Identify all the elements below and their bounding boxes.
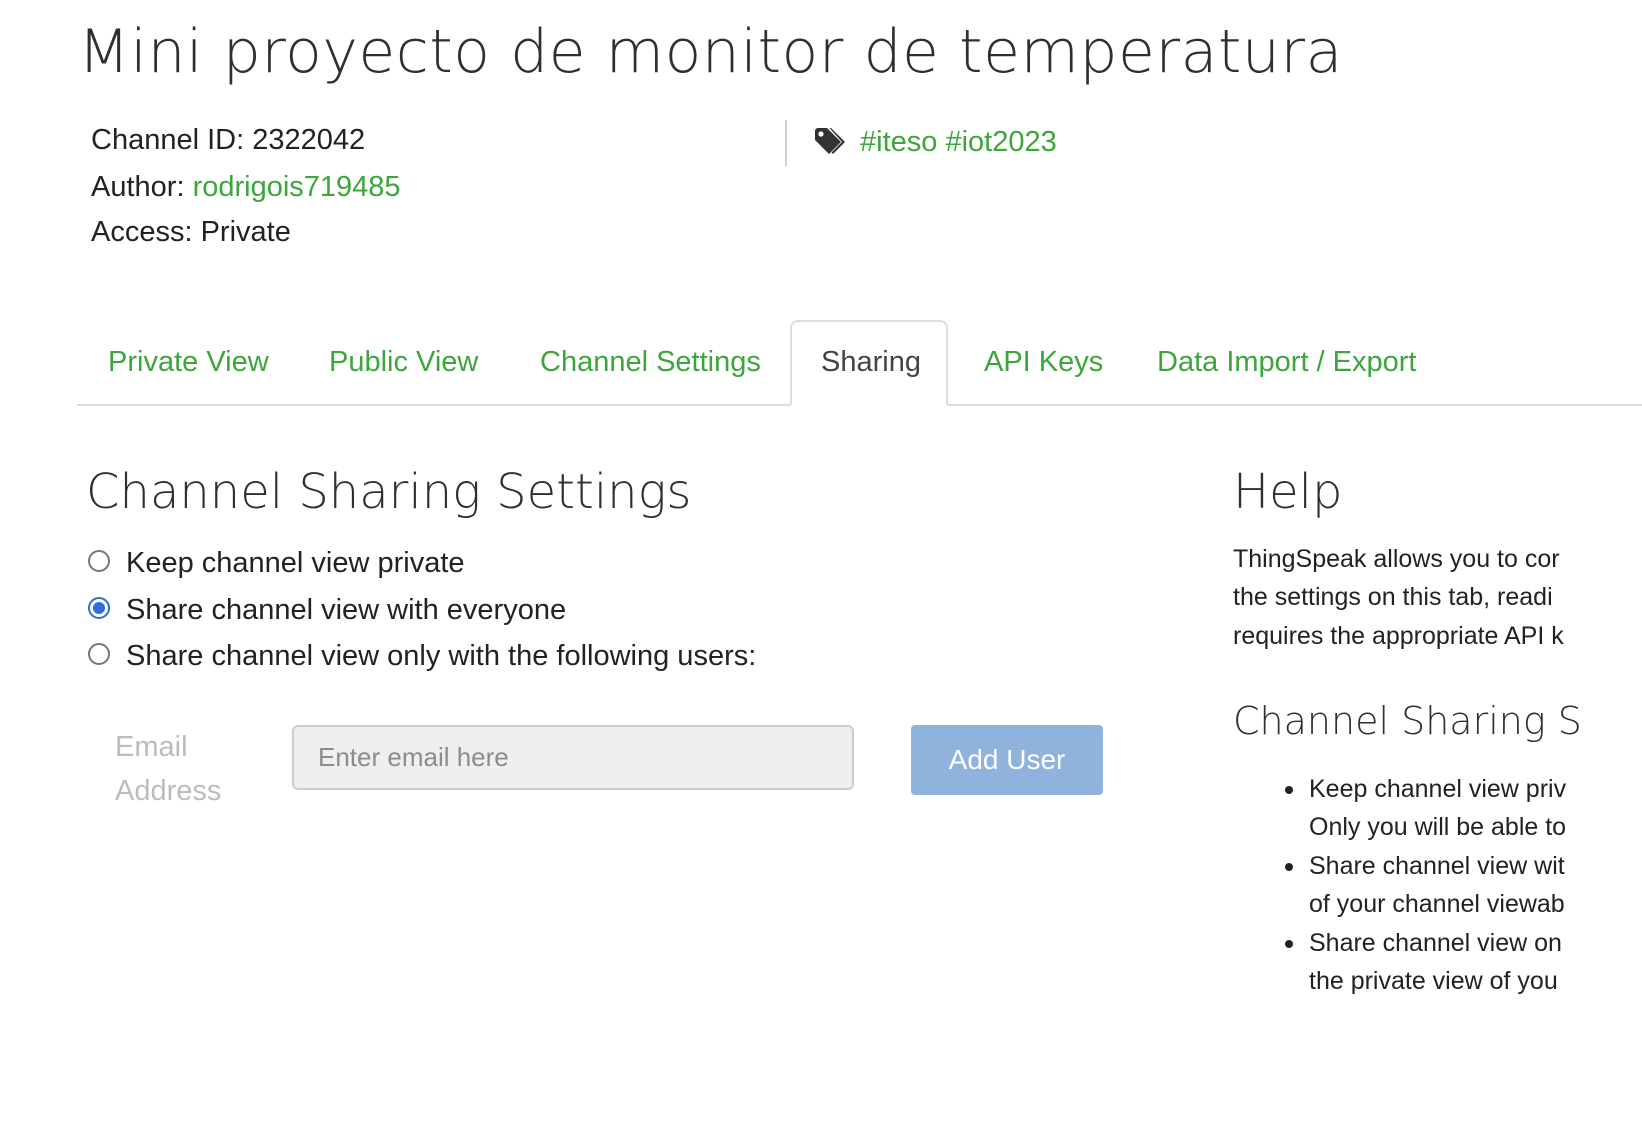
help-intro-line: the settings on this tab, readi	[1233, 583, 1553, 611]
channel-id-label: Channel ID:	[91, 124, 245, 156]
help-bullet-line: Share channel view wit	[1309, 852, 1565, 880]
email-input[interactable]	[292, 725, 854, 790]
access-label: Access:	[91, 216, 193, 248]
tab-channel-settings[interactable]: Channel Settings	[540, 344, 761, 380]
tab-data-import-export[interactable]: Data Import / Export	[1157, 344, 1417, 380]
tab-private-view[interactable]: Private View	[108, 344, 269, 380]
tab-sharing[interactable]: Sharing	[821, 344, 921, 380]
help-bullet-line: Only you will be able to	[1309, 813, 1567, 841]
help-bullet-line: Share channel view on	[1309, 929, 1562, 957]
help-intro-line: ThingSpeak allows you to cor	[1233, 545, 1560, 573]
help-bullet-line: of your channel viewab	[1309, 890, 1565, 918]
meta-divider	[785, 120, 787, 166]
author-link[interactable]: rodrigois719485	[193, 171, 401, 203]
tab-api-keys[interactable]: API Keys	[984, 344, 1103, 380]
bullet-dot	[1285, 940, 1293, 948]
tab-public-view[interactable]: Public View	[329, 344, 478, 380]
help-subheading: Channel Sharing S	[1233, 699, 1582, 743]
radio-share-everyone-label[interactable]: Share channel view with everyone	[126, 592, 566, 628]
help-intro-line: requires the appropriate API k	[1233, 622, 1564, 650]
access-value: Private	[200, 216, 291, 248]
help-heading: Help	[1233, 464, 1343, 520]
author-label: Author:	[91, 171, 185, 203]
sharing-heading: Channel Sharing Settings	[86, 464, 692, 520]
radio-keep-private[interactable]	[88, 550, 110, 572]
add-user-button[interactable]: Add User	[911, 725, 1103, 795]
help-bullet-line: the private view of you	[1309, 967, 1558, 995]
author-line: Author: rodrigois719485	[91, 169, 401, 205]
help-bullet-line: Keep channel view priv	[1309, 775, 1567, 803]
bullet-dot	[1285, 863, 1293, 871]
radio-keep-private-label[interactable]: Keep channel view private	[126, 545, 465, 581]
channel-id-value: 2322042	[252, 124, 366, 156]
radio-share-everyone[interactable]	[88, 597, 110, 619]
radio-share-users-label[interactable]: Share channel view only with the followi…	[126, 638, 756, 674]
email-address-label: Email Address	[115, 731, 222, 807]
radio-share-users[interactable]	[88, 643, 110, 665]
page-title: Mini proyecto de monitor de temperatura	[78, 17, 1343, 87]
tags-link[interactable]: #iteso #iot2023	[860, 124, 1057, 160]
bullet-dot	[1285, 786, 1293, 794]
tags-icon	[813, 124, 849, 160]
channel-id-line: Channel ID: 2322042	[91, 122, 365, 158]
access-line: Access: Private	[91, 214, 291, 250]
